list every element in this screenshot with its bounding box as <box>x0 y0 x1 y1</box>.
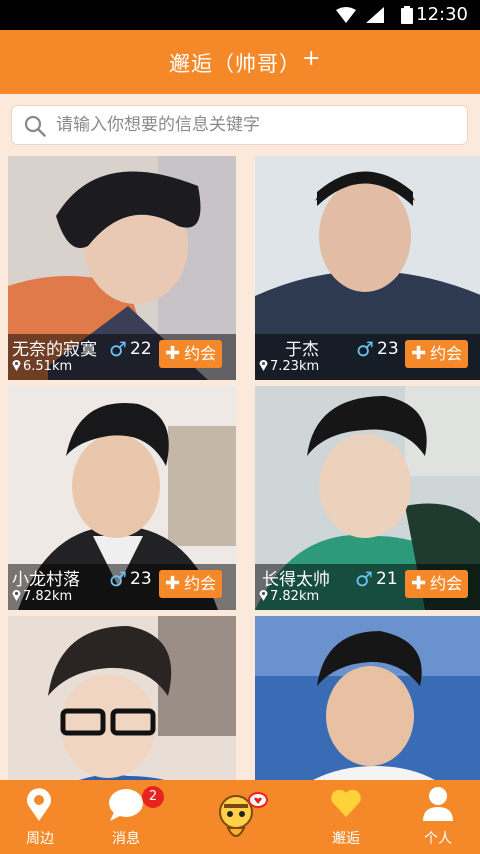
plus-icon: ✚ <box>411 573 427 594</box>
card-info-bar: 小龙村落 7.82km ♂ 23 ✚ 约会 <box>8 564 236 610</box>
date-button[interactable]: ✚ 约会 <box>405 340 468 368</box>
user-card[interactable]: 长得太帅 7.82km ♂ 21 ✚ 约会 <box>255 386 480 610</box>
male-icon: ♂ <box>109 567 127 591</box>
add-button[interactable]: + <box>302 46 320 71</box>
date-button[interactable]: ✚ 约会 <box>405 570 468 598</box>
user-photo <box>8 616 236 780</box>
user-card[interactable] <box>255 616 480 780</box>
user-distance: 7.23km <box>259 359 319 374</box>
tab-label: 周边 <box>26 831 54 847</box>
user-grid: 无奈的寂寞 6.51km ♂ 22 ✚ 约会 于杰 7.23km ♂ 23 ✚ 约会 <box>0 156 480 780</box>
status-bar: 12:30 <box>0 0 480 30</box>
tab-label: 个人 <box>424 831 452 847</box>
user-age: 21 <box>376 569 398 589</box>
location-pin-icon <box>27 788 51 821</box>
date-button[interactable]: ✚ 约会 <box>159 570 222 598</box>
user-distance: 6.51km <box>12 359 72 374</box>
user-distance: 7.82km <box>12 589 72 604</box>
date-button[interactable]: ✚ 约会 <box>159 340 222 368</box>
user-name: 于杰 <box>285 340 319 360</box>
male-icon: ♂ <box>355 567 373 591</box>
tab-label: 邂逅 <box>332 831 360 847</box>
user-card[interactable]: 于杰 7.23km ♂ 23 ✚ 约会 <box>255 156 480 380</box>
page-title[interactable]: 邂逅（帅哥） <box>0 48 470 78</box>
search-icon <box>24 115 46 137</box>
tab-encounter[interactable]: 邂逅 <box>306 780 386 854</box>
app-header: 邂逅（帅哥） + <box>0 30 480 94</box>
plus-icon: ✚ <box>165 343 181 364</box>
plus-icon: ✚ <box>411 343 427 364</box>
location-pin-icon <box>259 590 268 601</box>
card-info-bar: 无奈的寂寞 6.51km ♂ 22 ✚ 约会 <box>8 334 236 380</box>
chat-bubble-icon <box>109 789 143 821</box>
battery-icon <box>401 6 413 24</box>
card-info-bar: 长得太帅 7.82km ♂ 21 ✚ 约会 <box>255 564 480 610</box>
search-box[interactable] <box>11 105 468 145</box>
tab-profile[interactable]: 个人 <box>398 780 478 854</box>
clock: 12:30 <box>416 4 468 25</box>
location-pin-icon <box>12 590 21 601</box>
search-area <box>0 94 480 156</box>
plus-icon: ✚ <box>165 573 181 594</box>
tab-mascot[interactable] <box>200 780 280 854</box>
user-name: 长得太帅 <box>262 570 330 590</box>
user-card[interactable]: 无奈的寂寞 6.51km ♂ 22 ✚ 约会 <box>8 156 236 380</box>
male-icon: ♂ <box>109 337 127 361</box>
user-card[interactable]: 小龙村落 7.82km ♂ 23 ✚ 约会 <box>8 386 236 610</box>
male-icon: ♂ <box>356 337 374 361</box>
user-card[interactable] <box>8 616 236 780</box>
location-pin-icon <box>259 360 268 371</box>
user-photo <box>255 616 480 780</box>
wifi-icon <box>336 7 356 23</box>
user-age: 23 <box>130 569 152 589</box>
bottom-tab-bar: 周边 消息 邂逅 个人 <box>0 780 480 854</box>
user-name: 无奈的寂寞 <box>12 340 97 360</box>
search-input[interactable] <box>56 109 456 141</box>
tab-label: 消息 <box>112 831 140 847</box>
person-icon <box>423 787 453 821</box>
location-pin-icon <box>12 360 21 371</box>
heart-icon <box>331 789 361 817</box>
unread-badge: 2 <box>142 786 164 808</box>
bee-mascot-icon <box>219 792 268 837</box>
user-name: 小龙村落 <box>12 570 80 590</box>
signal-icon <box>366 7 384 23</box>
user-distance: 7.82km <box>259 589 319 604</box>
user-age: 22 <box>130 339 152 359</box>
user-age: 23 <box>377 339 399 359</box>
tab-nearby[interactable]: 周边 <box>0 780 80 854</box>
card-info-bar: 于杰 7.23km ♂ 23 ✚ 约会 <box>255 334 480 380</box>
